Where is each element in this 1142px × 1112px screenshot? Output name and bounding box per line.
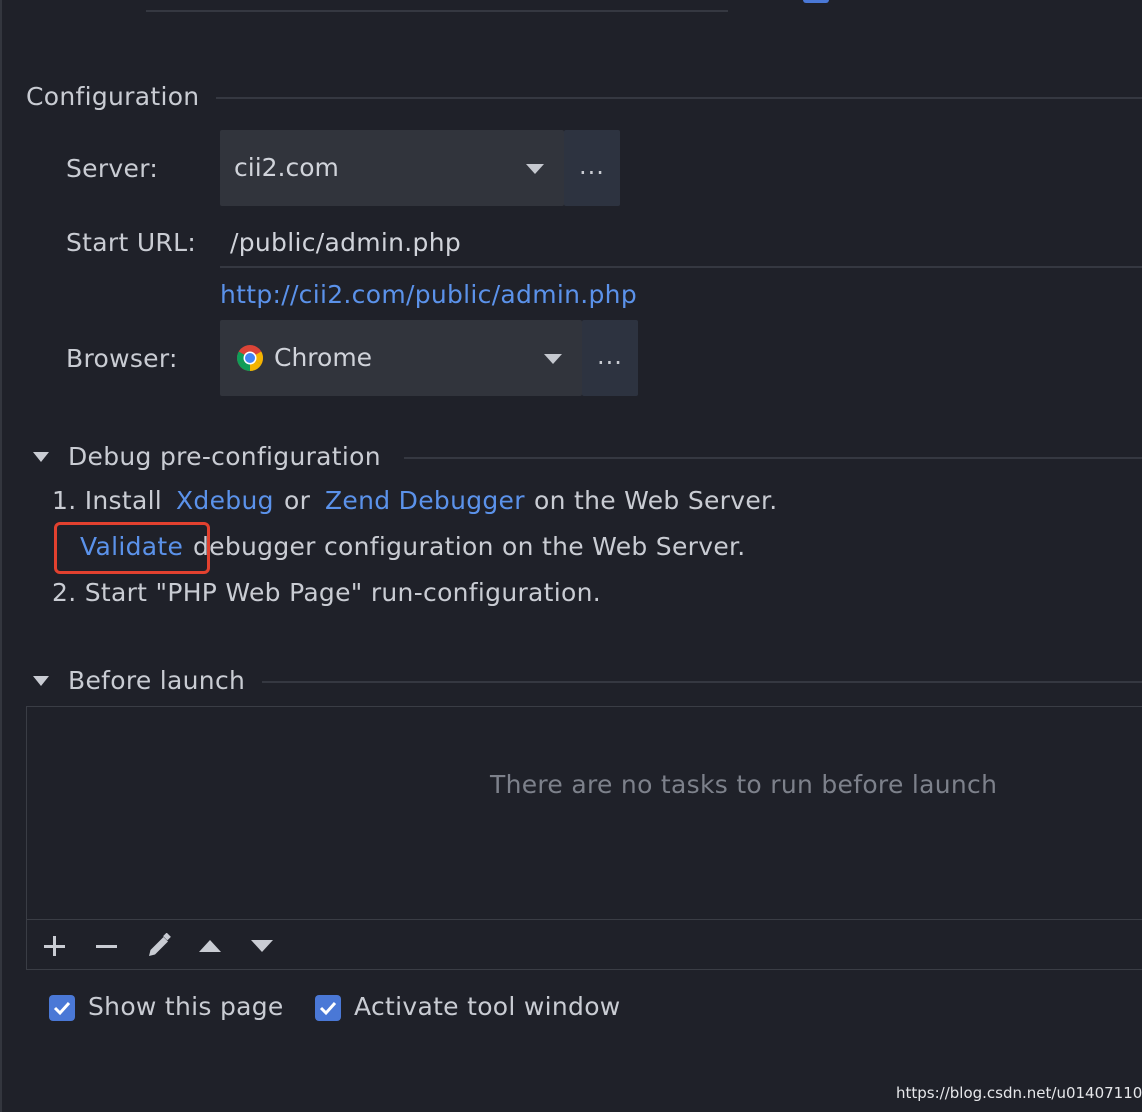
debug-separator bbox=[404, 457, 1142, 459]
watermark-text: https://blog.csdn.net/u014071104 bbox=[896, 1084, 1142, 1102]
browser-dropdown[interactable]: Chrome bbox=[220, 320, 582, 396]
debug-heading[interactable]: Debug pre-configuration bbox=[68, 442, 381, 471]
before-launch-task-list[interactable] bbox=[26, 706, 1142, 970]
show-page-label[interactable]: Show this page bbox=[88, 992, 284, 1021]
empty-task-message: There are no tasks to run before launch bbox=[490, 770, 998, 799]
server-dropdown[interactable]: cii2.com bbox=[220, 130, 564, 206]
browser-value: Chrome bbox=[274, 343, 373, 372]
resolved-url-link[interactable]: http://cii2.com/public/admin.php bbox=[220, 280, 637, 309]
before-launch-heading[interactable]: Before launch bbox=[68, 666, 245, 695]
start-url-label: Start URL: bbox=[66, 228, 197, 257]
start-url-underline bbox=[220, 266, 1142, 268]
server-value: cii2.com bbox=[234, 153, 339, 182]
step1-or: or bbox=[284, 486, 311, 515]
left-border bbox=[0, 0, 2, 1112]
move-up-icon[interactable] bbox=[195, 931, 225, 961]
move-down-icon[interactable] bbox=[247, 931, 277, 961]
edit-icon[interactable] bbox=[144, 931, 174, 961]
step1-prefix: 1. Install bbox=[52, 486, 163, 515]
server-label: Server: bbox=[66, 154, 159, 183]
chevron-down-icon bbox=[544, 354, 562, 364]
step1-suffix: on the Web Server. bbox=[534, 486, 778, 515]
chrome-icon bbox=[236, 344, 264, 372]
configuration-heading: Configuration bbox=[26, 82, 200, 111]
validate-suffix: debugger configuration on the Web Server… bbox=[193, 532, 746, 561]
top-field-underline bbox=[146, 10, 728, 12]
xdebug-link[interactable]: Xdebug bbox=[176, 486, 274, 515]
zend-debugger-link[interactable]: Zend Debugger bbox=[325, 486, 525, 515]
before-launch-separator bbox=[262, 681, 1142, 683]
step2-text: 2. Start "PHP Web Page" run-configuratio… bbox=[52, 578, 602, 607]
show-page-checkbox[interactable] bbox=[49, 995, 75, 1021]
validate-highlight-box bbox=[54, 522, 210, 574]
add-icon[interactable] bbox=[39, 931, 69, 961]
activate-tool-window-label[interactable]: Activate tool window bbox=[354, 992, 621, 1021]
remove-icon[interactable] bbox=[91, 931, 121, 961]
configuration-separator bbox=[216, 97, 1142, 99]
top-checkbox-partial bbox=[803, 0, 829, 3]
collapse-triangle-icon[interactable] bbox=[33, 452, 49, 462]
start-url-input[interactable]: /public/admin.php bbox=[230, 228, 461, 257]
chevron-down-icon bbox=[526, 164, 544, 174]
task-toolbar-divider bbox=[27, 919, 1142, 920]
browser-more-button[interactable]: ... bbox=[582, 320, 638, 396]
activate-tool-window-checkbox[interactable] bbox=[315, 995, 341, 1021]
server-more-button[interactable]: ... bbox=[564, 130, 620, 206]
browser-label: Browser: bbox=[66, 344, 178, 373]
collapse-triangle-icon[interactable] bbox=[33, 676, 49, 686]
